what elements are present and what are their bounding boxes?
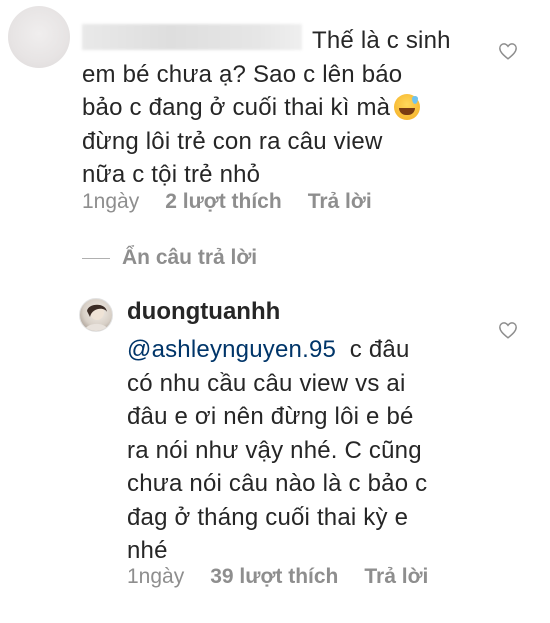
mention-link[interactable]: @ashleynguyen.95	[127, 336, 336, 363]
like-heart-icon[interactable]	[498, 321, 518, 339]
blurred-avatar	[8, 6, 70, 68]
comment-2-meta: 1ngày 39 lượt thích Trả lời	[127, 565, 428, 589]
hide-replies-button[interactable]: Ẩn câu trả lời	[82, 246, 257, 270]
like-heart-icon[interactable]	[498, 42, 518, 60]
avatar-image	[84, 304, 109, 331]
hide-replies-label: Ẩn câu trả lời	[122, 246, 258, 269]
comment-2-time: 1ngày	[127, 565, 185, 588]
comment-2-body: có nhu cầu câu view vs ai đâu e ơi nên đ…	[127, 369, 428, 565]
comment-1-likes[interactable]: 2 lượt thích	[165, 190, 281, 214]
comment-1-tail: đừng lôi trẻ con ra câu view nữa c tội t…	[82, 127, 383, 189]
comment-2-likes[interactable]: 39 lượt thích	[210, 565, 338, 589]
comment-2-username[interactable]: duongtuanhh	[127, 298, 280, 326]
comment-1-time: 1ngày	[82, 190, 140, 213]
comment-1-body: em bé chưa ạ? Sao c lên báo bảo c đang ở…	[82, 60, 403, 122]
comment-2-reply-button[interactable]: Trả lời	[364, 565, 428, 589]
sweat-smile-emoji-icon	[394, 94, 421, 120]
comment-1-text: Thế là c sinh em bé chưa ạ? Sao c lên báo…	[82, 24, 502, 192]
comment-1-meta: 1ngày 2 lượt thích Trả lời	[82, 190, 372, 214]
comment-2-text: @ashleynguyen.95 c đâu có nhu cầu câu vi…	[127, 333, 487, 568]
avatar[interactable]	[79, 298, 113, 332]
comment-2-first: c đâu	[336, 336, 410, 363]
comment-1-line1: Thế là c sinh	[312, 27, 451, 54]
divider-line	[82, 257, 110, 259]
comment-1-reply-button[interactable]: Trả lời	[308, 190, 372, 214]
